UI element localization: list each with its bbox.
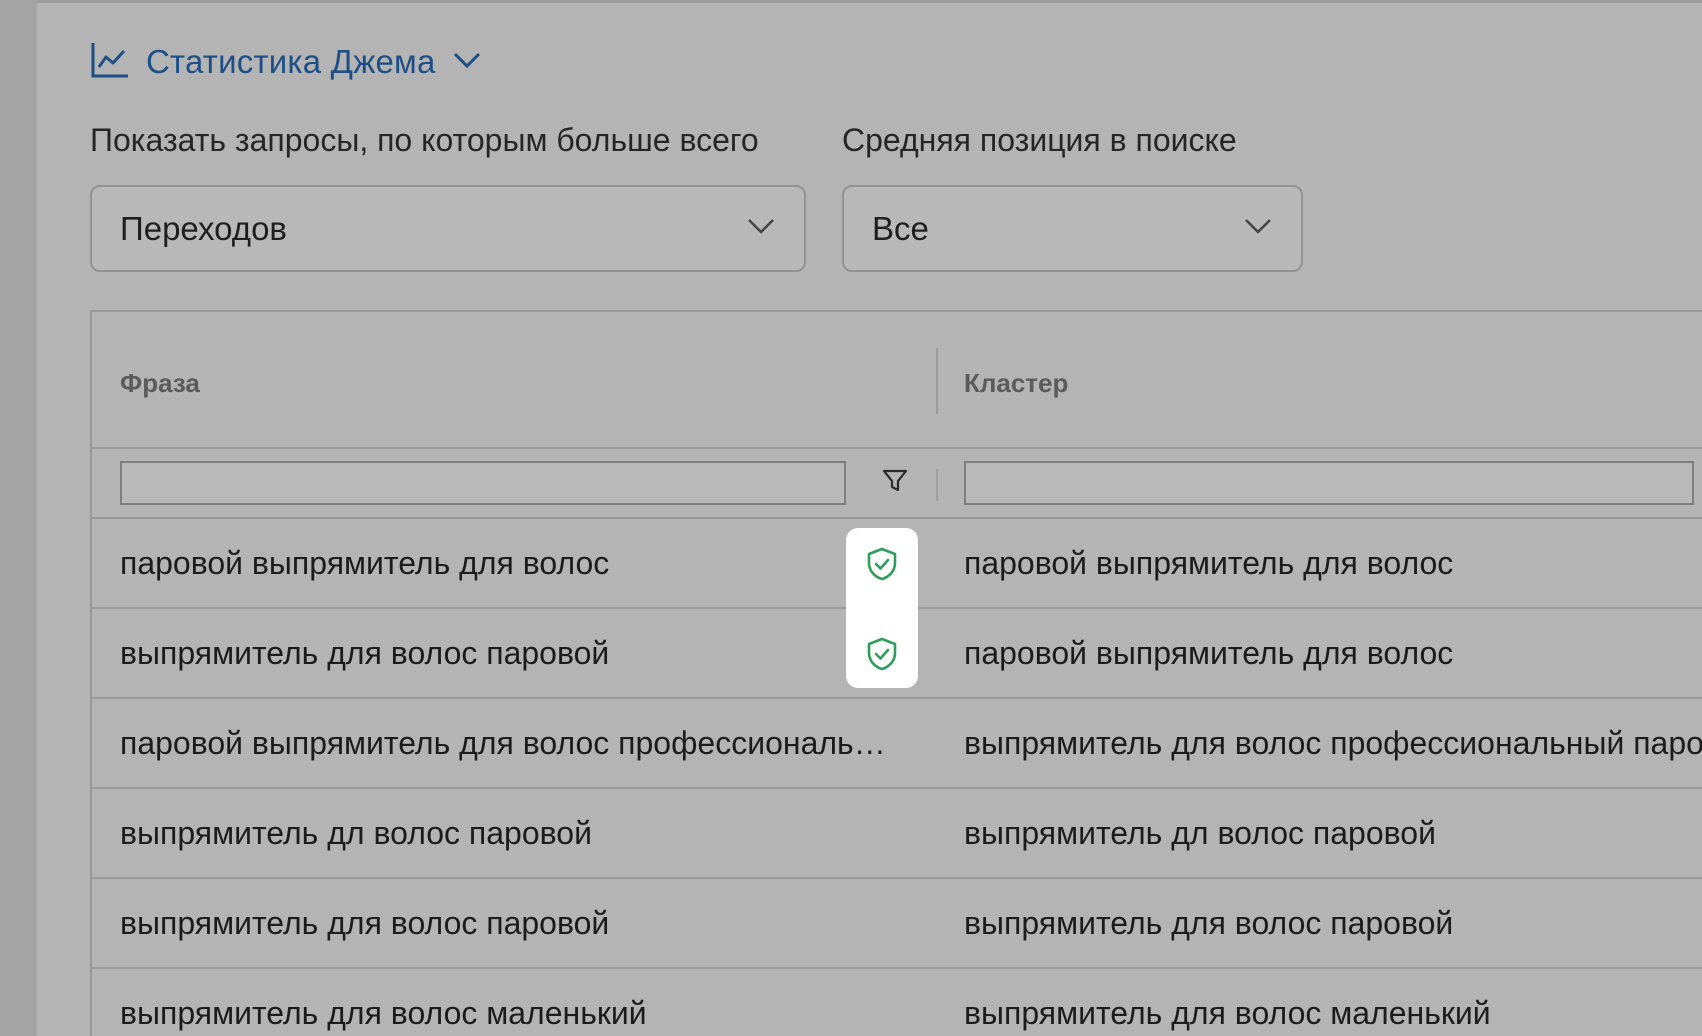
panel-divider [37, 0, 1702, 3]
top-by-value: Переходов [120, 209, 287, 247]
avg-position-label: Средняя позиция в поиске [842, 122, 1237, 158]
phrase-filter-input[interactable] [120, 461, 846, 505]
cluster-cell: выпрямитель для волос маленький [964, 995, 1491, 1031]
phrase-filter-button[interactable] [875, 463, 915, 503]
line-chart-icon [90, 41, 130, 84]
column-header-cluster[interactable]: Кластер [964, 368, 1068, 399]
cluster-cell: выпрямитель для волос паровой [964, 905, 1454, 941]
chevron-down-icon [452, 50, 482, 75]
table-header: Фраза Кластер [92, 312, 1702, 449]
phrase-cell: выпрямитель для волос паровой [120, 635, 610, 671]
cluster-cell: паровой выпрямитель для волос [964, 635, 1454, 671]
table-row[interactable]: выпрямитель для волос паровой выпрямител… [92, 879, 1702, 969]
column-header-phrase[interactable]: Фраза [120, 368, 200, 399]
cluster-cell: выпрямитель для волос профессиональный п… [964, 725, 1702, 761]
table-row[interactable]: паровой выпрямитель для волос профессион… [92, 699, 1702, 789]
cluster-cell: выпрямитель дл волос паровой [964, 815, 1436, 851]
avg-position-value: Все [872, 209, 929, 247]
verified-shield-icon[interactable] [865, 636, 899, 672]
cluster-filter-input[interactable] [964, 461, 1694, 505]
filter-icon [881, 468, 909, 499]
top-by-label: Показать запросы, по которым больше всег… [90, 122, 759, 158]
left-rail [0, 0, 37, 1036]
table-row[interactable]: выпрямитель дл волос паровой выпрямитель… [92, 789, 1702, 879]
phrase-cell: паровой выпрямитель для волос [120, 545, 610, 581]
phrase-cell: паровой выпрямитель для волос профессион… [120, 725, 890, 761]
phrase-cell: выпрямитель для волос маленький [120, 995, 647, 1031]
jam-stats-toggle[interactable]: Статистика Джема [90, 38, 482, 86]
cluster-cell: паровой выпрямитель для волос [964, 545, 1454, 581]
verified-shield-icon[interactable] [865, 546, 899, 582]
column-separator [936, 469, 938, 501]
phrase-cell: выпрямитель дл волос паровой [120, 815, 592, 851]
avg-position-select[interactable]: Все [842, 185, 1303, 272]
chevron-down-icon [1243, 216, 1273, 241]
column-resize-handle[interactable] [936, 348, 938, 414]
table-row[interactable]: выпрямитель для волос маленький выпрямит… [92, 969, 1702, 1036]
chevron-down-icon [746, 216, 776, 241]
phrase-cell: выпрямитель для волос паровой [120, 905, 610, 941]
table-filter-row [92, 449, 1702, 519]
top-by-select[interactable]: Переходов [90, 185, 806, 272]
section-title: Статистика Джема [146, 43, 436, 80]
